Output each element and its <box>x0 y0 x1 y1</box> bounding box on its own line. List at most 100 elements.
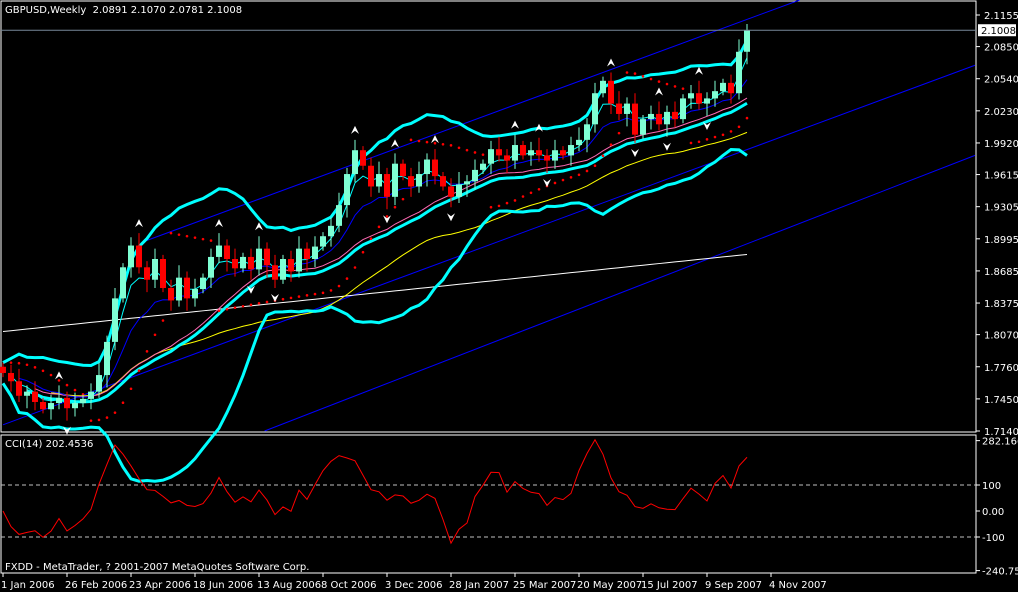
candle-bull <box>208 256 214 278</box>
price-tick-label: 1.8995 <box>984 235 1018 246</box>
chart-canvas[interactable]: 2.1155 2.0850 2.0540 2.0230 1.9920 1.9615 1.93… <box>0 0 1018 592</box>
sar-dot <box>705 138 709 141</box>
fractal-up-icon <box>511 120 519 129</box>
candle-bull <box>744 30 750 52</box>
candle-bull <box>112 298 118 342</box>
candle-bear <box>560 150 566 156</box>
sar-dot <box>601 154 605 158</box>
sar-dot <box>529 191 533 195</box>
fractal-down-icon <box>663 142 671 151</box>
sar-dot <box>465 148 469 152</box>
candle-bear <box>368 165 374 187</box>
candle-bear <box>224 245 230 260</box>
sar-dot <box>577 173 581 177</box>
fractal-down-icon <box>703 122 711 131</box>
sar-dot <box>329 289 333 292</box>
sar-dot <box>553 181 557 185</box>
time-label: 15 Jul 2007 <box>641 580 698 591</box>
candle-bull <box>584 124 590 140</box>
fractal-up-icon <box>351 125 359 134</box>
candle-bull <box>648 113 654 120</box>
fractal-up-icon <box>55 371 63 380</box>
candle-bear <box>520 145 526 156</box>
candle-bear <box>400 163 406 177</box>
cci-line <box>2 438 748 545</box>
candle-bear <box>304 248 310 260</box>
price-tick-label: 1.8070 <box>984 331 1018 342</box>
sar-dot <box>721 133 725 137</box>
candle-bull <box>680 98 686 120</box>
fractal-down-icon <box>631 148 639 157</box>
time-label: 9 Sep 2007 <box>705 580 762 591</box>
sar-dot <box>65 383 69 387</box>
sar-dot <box>105 416 109 419</box>
price-tick-label: 1.8375 <box>984 299 1018 310</box>
candle-bear <box>408 176 414 187</box>
candle-bull <box>280 259 286 280</box>
sar-dot <box>89 419 93 422</box>
sar-dot <box>185 234 189 238</box>
cci-indicator: 282.1661 100 0.00 -100 -240.7559 <box>1 437 1018 578</box>
fractal-up-icon <box>391 139 399 148</box>
candle-bear <box>160 259 166 289</box>
time-label: 4 Nov 2007 <box>769 580 827 591</box>
sar-dot <box>561 178 565 182</box>
fractal-up-icon <box>135 219 143 228</box>
time-label: 18 Jun 2006 <box>193 580 253 591</box>
candle-bull <box>376 174 382 187</box>
sar-dot <box>457 146 461 150</box>
candle-bull <box>80 398 86 404</box>
fractal-up-icon <box>607 58 615 67</box>
sar-dot <box>321 291 325 295</box>
sar-dot <box>401 197 405 201</box>
price-tick-label: 1.9615 <box>984 171 1018 182</box>
price-tick-label: 1.7760 <box>984 363 1018 374</box>
time-label: 8 Oct 2006 <box>321 580 376 591</box>
sar-dot <box>153 333 157 337</box>
sar-dot <box>385 215 389 218</box>
candle-bear <box>32 391 38 402</box>
candle-bull <box>552 150 558 161</box>
sar-dot <box>697 140 701 144</box>
sar-dot <box>57 379 61 382</box>
candle-bull <box>296 248 302 272</box>
candle-bear <box>288 259 294 272</box>
time-label: 28 Jan 2007 <box>449 580 509 591</box>
sar-dot <box>97 418 101 422</box>
price-tick-label: 1.8685 <box>984 267 1018 278</box>
candle-bull <box>120 267 126 299</box>
sar-dot <box>681 87 685 90</box>
sar-dot <box>481 153 485 156</box>
candle-bull <box>512 145 518 161</box>
sar-dot <box>233 306 237 310</box>
price-tick-label: 2.1155 <box>984 11 1018 22</box>
candle-bear <box>440 176 446 187</box>
candle-bull <box>472 169 478 182</box>
sar-dot <box>265 300 269 304</box>
candle-bull <box>312 246 318 260</box>
chart-title: GBPUSD,Weekly 2.0891 2.1070 2.0781 2.100… <box>5 5 242 16</box>
candle-bear <box>496 149 502 156</box>
sar-dot <box>377 225 381 229</box>
sar-dot <box>137 369 141 372</box>
sar-dot <box>433 141 437 145</box>
time-label: 20 May 2007 <box>577 580 642 591</box>
sar-dot <box>673 85 677 88</box>
candles <box>0 24 750 421</box>
channel-line <box>146 0 800 241</box>
time-label: 26 Feb 2006 <box>65 580 127 591</box>
sar-dot <box>33 366 37 369</box>
sar-dot <box>585 169 589 173</box>
cci-panel-border <box>0 434 977 574</box>
candle-bull <box>720 82 726 92</box>
sar-dot <box>209 239 213 242</box>
candle-bull <box>48 403 54 410</box>
candle-bull <box>640 119 646 135</box>
sar-dot <box>25 363 29 367</box>
sar-dot <box>569 176 573 179</box>
sar-dot <box>625 71 629 74</box>
sar-dot <box>193 236 197 239</box>
sar-dot <box>657 80 661 83</box>
candle-bull <box>576 139 582 146</box>
candle-bull <box>456 184 462 197</box>
